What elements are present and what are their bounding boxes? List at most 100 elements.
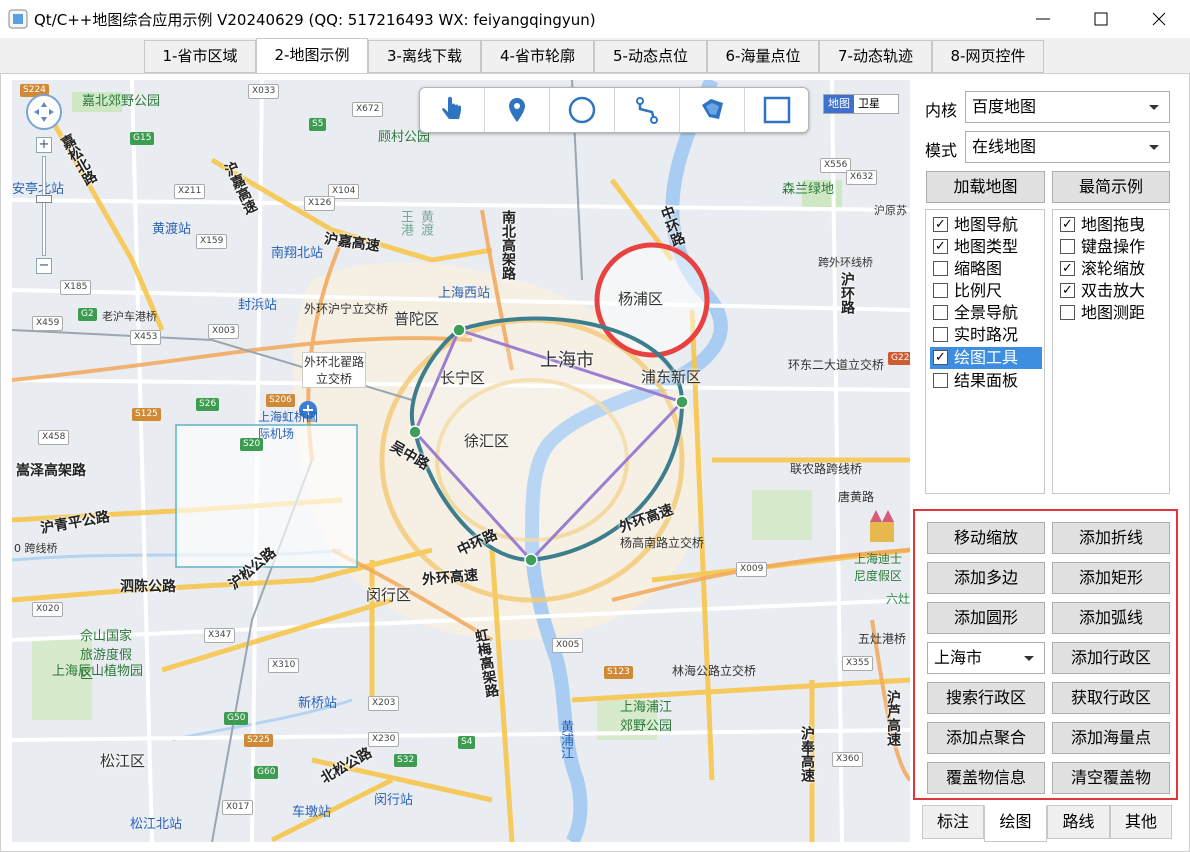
overlay-info-button[interactable]: 覆盖物信息 — [927, 762, 1045, 794]
option-scroll-zoom[interactable]: ✓ 滚轮缩放 — [1057, 258, 1169, 280]
polygon-tool-button[interactable] — [680, 88, 745, 132]
core-select[interactable]: 百度地图 — [965, 91, 1170, 123]
option-map-nav[interactable]: ✓ 地图导航 — [930, 214, 1042, 236]
checkbox[interactable] — [933, 261, 948, 276]
add-massive-points-button[interactable]: 添加海量点 — [1052, 722, 1170, 754]
mode-select[interactable]: 在线地图 — [965, 131, 1170, 163]
bottom-tab-route[interactable]: 路线 — [1047, 805, 1110, 839]
tab-province-outline[interactable]: 4-省市轮廓 — [481, 40, 594, 73]
tab-dynamic-track[interactable]: 7-动态轨迹 — [819, 40, 932, 73]
tab-map-demo[interactable]: 2-地图示例 — [256, 38, 368, 74]
add-polygon-button[interactable]: 添加多边 — [927, 562, 1045, 594]
checkbox[interactable] — [933, 327, 948, 342]
rectangle-tool-button[interactable] — [745, 88, 810, 132]
road-shield: X185 — [60, 280, 92, 295]
move-zoom-button[interactable]: 移动缩放 — [927, 522, 1045, 554]
road-shield: X453 — [130, 330, 162, 345]
map-type-satellite[interactable]: 卫星 — [854, 95, 884, 113]
option-thumbnail[interactable]: 缩略图 — [930, 258, 1042, 280]
zoom-slider-thumb[interactable] — [36, 195, 52, 203]
close-button[interactable] — [1136, 0, 1182, 38]
circle-tool-button[interactable] — [550, 88, 615, 132]
highway-shield: S206 — [266, 394, 295, 407]
add-district-button[interactable]: 添加行政区 — [1052, 642, 1170, 674]
tab-massive-points[interactable]: 6-海量点位 — [707, 40, 819, 73]
checkbox[interactable] — [933, 283, 948, 298]
city-select-value: 上海市 — [934, 648, 983, 667]
marker-tool-button[interactable] — [485, 88, 550, 132]
road-label: 外环沪宁立交桥 — [304, 302, 389, 316]
clear-overlays-button[interactable]: 清空覆盖物 — [1052, 762, 1170, 794]
checkbox[interactable] — [1060, 305, 1075, 320]
chevron-down-icon — [1149, 105, 1159, 110]
add-polyline-button[interactable]: 添加折线 — [1052, 522, 1170, 554]
road-shield: X347 — [204, 628, 236, 643]
city-select[interactable]: 上海市 — [927, 642, 1045, 674]
checkbox[interactable]: ✓ — [933, 350, 948, 365]
road-label: 林海公路立交桥 — [672, 664, 757, 678]
poi-label: 上海辰山植物园 — [52, 664, 144, 679]
road-shield: X020 — [32, 602, 64, 617]
add-arc-button[interactable]: 添加弧线 — [1052, 602, 1170, 634]
bottom-tab-other[interactable]: 其他 — [1110, 805, 1172, 839]
checkbox[interactable]: ✓ — [1060, 283, 1075, 298]
poi-label: 黄渡站 — [152, 222, 192, 237]
road-label: 泗陈公路 — [120, 579, 176, 595]
zoom-out-button[interactable]: − — [36, 258, 52, 274]
bottom-tab-markers[interactable]: 标注 — [922, 805, 984, 839]
option-traffic[interactable]: 实时路况 — [930, 324, 1042, 346]
map-view[interactable]: 普陀区 长宁区 徐汇区 杨浦区 浦东新区 闵行区 松江区 上海市 嘉松北路 沪嘉… — [12, 80, 910, 842]
checkbox[interactable] — [1060, 239, 1075, 254]
maximize-button[interactable] — [1078, 0, 1124, 38]
checkbox[interactable]: ✓ — [1060, 217, 1075, 232]
bottom-tab-drawing[interactable]: 绘图 — [984, 805, 1047, 842]
road-shield: X033 — [248, 84, 280, 99]
drawing-toolbar — [419, 87, 809, 133]
road-label: 联农路跨线桥 — [790, 462, 863, 476]
option-keyboard[interactable]: 键盘操作 — [1057, 236, 1169, 258]
simple-demo-button[interactable]: 最简示例 — [1052, 171, 1170, 203]
checkbox[interactable]: ✓ — [1060, 261, 1075, 276]
tab-offline-download[interactable]: 3-离线下载 — [368, 40, 481, 73]
road-shield: X005 — [552, 638, 584, 653]
get-district-button[interactable]: 获取行政区 — [1052, 682, 1170, 714]
poi-label: 上海西站 — [438, 286, 491, 301]
pan-tool-button[interactable] — [420, 88, 485, 132]
add-circle-button[interactable]: 添加圆形 — [927, 602, 1045, 634]
checkbox[interactable]: ✓ — [933, 239, 948, 254]
polyline-tool-button[interactable] — [615, 88, 680, 132]
option-drawing-tools[interactable]: ✓ 绘图工具 — [930, 347, 1042, 369]
map-pin-icon — [509, 98, 525, 122]
option-drag[interactable]: ✓ 地图拖曳 — [1057, 214, 1169, 236]
highway-shield: S125 — [132, 408, 161, 421]
checkbox[interactable] — [933, 305, 948, 320]
tab-region[interactable]: 1-省市区域 — [144, 40, 256, 73]
map-type-standard[interactable]: 地图 — [824, 95, 854, 113]
tab-web-widget[interactable]: 8-网页控件 — [932, 40, 1044, 73]
chevron-down-icon — [1024, 656, 1034, 661]
checkbox[interactable] — [933, 373, 948, 388]
minimize-icon — [1036, 18, 1050, 20]
option-result-panel[interactable]: 结果面板 — [930, 370, 1042, 392]
option-map-type[interactable]: ✓ 地图类型 — [930, 236, 1042, 258]
highway-shield: S4 — [458, 736, 476, 749]
option-scale[interactable]: 比例尺 — [930, 280, 1042, 302]
left-options-list: ✓ 地图导航 ✓ 地图类型 缩略图 比例尺 全景导航 实时路况 ✓ 绘图工具 结果面板 — [925, 209, 1045, 494]
option-measure[interactable]: 地图测距 — [1057, 302, 1169, 324]
zoom-in-button[interactable]: + — [36, 137, 52, 153]
zoom-slider-track[interactable] — [42, 156, 46, 256]
map-pan-control[interactable] — [26, 94, 62, 130]
road-shield: X203 — [368, 696, 400, 711]
add-cluster-button[interactable]: 添加点聚合 — [927, 722, 1045, 754]
add-rectangle-button[interactable]: 添加矩形 — [1052, 562, 1170, 594]
map-canvas[interactable] — [12, 80, 910, 842]
minimize-button[interactable] — [1020, 0, 1066, 38]
option-dblclick-zoom[interactable]: ✓ 双击放大 — [1057, 280, 1169, 302]
option-panorama[interactable]: 全景导航 — [930, 302, 1042, 324]
road-label: 沪奉高速 — [799, 726, 815, 782]
tab-dynamic-points[interactable]: 5-动态点位 — [594, 40, 707, 73]
search-district-button[interactable]: 搜索行政区 — [927, 682, 1045, 714]
poi-label: 闵行站 — [374, 793, 414, 808]
load-map-button[interactable]: 加载地图 — [926, 171, 1045, 203]
checkbox[interactable]: ✓ — [933, 217, 948, 232]
